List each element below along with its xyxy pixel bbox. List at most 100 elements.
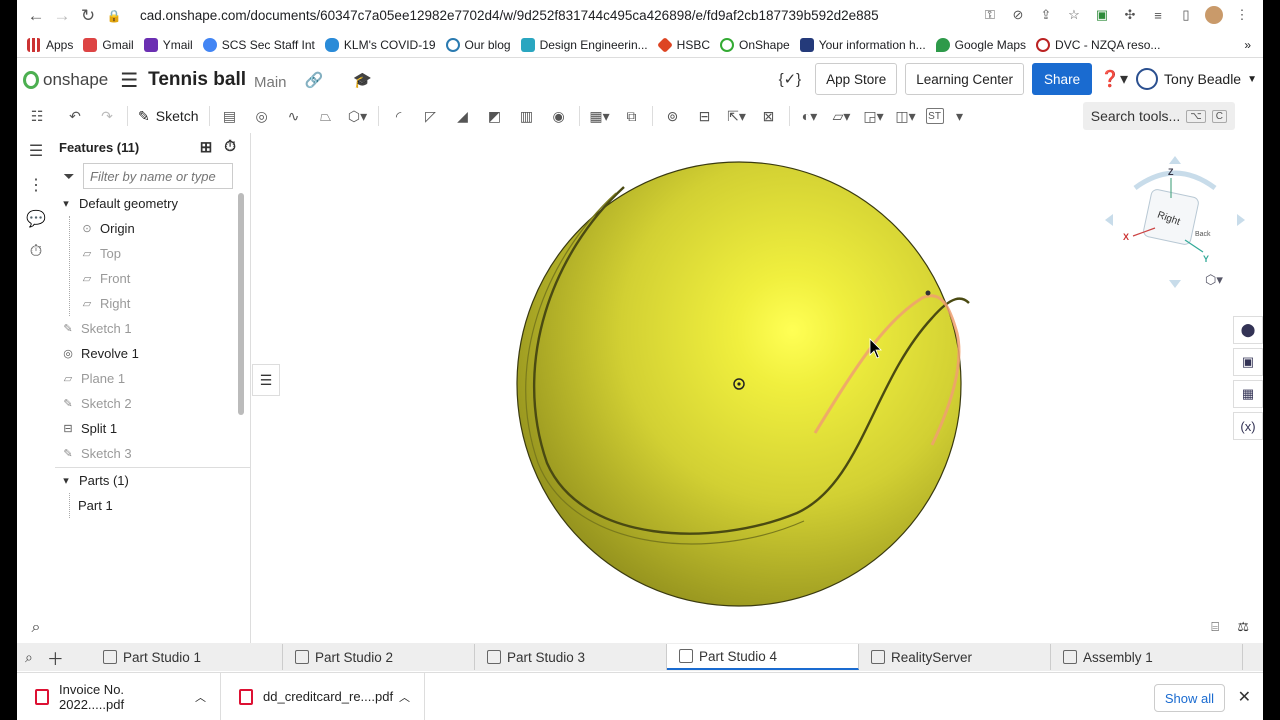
fillet-icon[interactable]: ◜: [387, 104, 411, 128]
tree-item-front[interactable]: ▱ Front: [70, 266, 250, 291]
bookmark-klm[interactable]: KLM's COVID-19: [324, 37, 436, 52]
arrow-down-icon[interactable]: [1169, 280, 1181, 288]
tree-item-sketch-2[interactable]: ✎ Sketch 2: [55, 391, 250, 416]
sidepanel-icon[interactable]: ▯: [1177, 6, 1195, 24]
bookmark-apps[interactable]: Apps: [27, 37, 73, 52]
variable-icon[interactable]: {✓}: [779, 70, 802, 88]
revolve-icon[interactable]: ◎: [250, 104, 274, 128]
panel-scrollbar[interactable]: [238, 193, 244, 415]
reload-icon[interactable]: ↻: [75, 3, 101, 29]
bookmark-scs[interactable]: SCS Sec Staff Int: [202, 37, 315, 52]
default-geometry-group[interactable]: ▾ Default geometry: [55, 191, 250, 216]
filter-icon[interactable]: ⏷: [55, 168, 83, 185]
bookmark-dvc[interactable]: DVC - NZQA reso...: [1036, 37, 1160, 52]
branch-label[interactable]: Main: [254, 74, 287, 91]
boolean-icon[interactable]: ⊚: [661, 104, 685, 128]
add-folder-icon[interactable]: ⊞: [200, 138, 213, 156]
learning-center-button[interactable]: Learning Center: [905, 63, 1025, 95]
document-title[interactable]: Tennis ball: [148, 69, 246, 91]
puzzle-icon[interactable]: ✣: [1121, 6, 1139, 24]
undo-icon[interactable]: ↶: [63, 104, 87, 128]
sheet-metal-icon[interactable]: ◫▾: [894, 104, 918, 128]
bookmark-blog[interactable]: Our blog: [445, 37, 511, 52]
tab-part-studio-2[interactable]: Part Studio 2: [283, 644, 475, 670]
part-item[interactable]: Part 1: [69, 493, 250, 518]
hole-icon[interactable]: ◉: [547, 104, 571, 128]
bookmark-design[interactable]: Design Engineerin...: [520, 37, 648, 52]
variable-table-icon[interactable]: (x): [1233, 412, 1263, 440]
chevron-down-icon[interactable]: ▾: [948, 104, 972, 128]
tree-item-origin[interactable]: ⊙ Origin: [70, 216, 250, 241]
more-bookmarks-icon[interactable]: »: [1244, 38, 1251, 52]
view-cube[interactable]: Right Back Z X Y ⬡▾: [1105, 148, 1245, 288]
instance-list-icon[interactable]: ⋮: [25, 175, 47, 197]
bookmark-hsbc[interactable]: HSBC: [656, 36, 710, 53]
loft-icon[interactable]: ⏢: [314, 104, 338, 128]
rollback-timer-icon[interactable]: ⏱: [224, 138, 236, 156]
tree-item-plane-1[interactable]: ▱ Plane 1: [55, 366, 250, 391]
tree-item-revolve-1[interactable]: ◎ Revolve 1: [55, 341, 250, 366]
measure-icon[interactable]: ▦: [1233, 380, 1263, 408]
search-tools-button[interactable]: Search tools... ⌥ C: [1082, 102, 1235, 130]
comments-icon[interactable]: 💬: [25, 209, 47, 231]
key-icon[interactable]: ⚿: [981, 6, 999, 24]
extension-icon[interactable]: ▣: [1093, 6, 1111, 24]
delete-part-icon[interactable]: ⊠: [757, 104, 781, 128]
plane-icon[interactable]: ▱▾: [830, 104, 854, 128]
education-cap-icon[interactable]: 🎓: [353, 71, 372, 89]
appearance-icon[interactable]: ⬤: [1233, 316, 1263, 344]
mass-properties-icon[interactable]: ⌸: [1211, 619, 1219, 635]
mirror-icon[interactable]: ⧉: [620, 104, 644, 128]
split-icon[interactable]: ⊟: [693, 104, 717, 128]
eye-off-icon[interactable]: ⊘: [1009, 6, 1027, 24]
profile-avatar[interactable]: [1205, 6, 1223, 24]
share-page-icon[interactable]: ⇪: [1037, 6, 1055, 24]
bookmark-onshape[interactable]: OnShape: [720, 37, 790, 52]
arrow-right-icon[interactable]: [1237, 214, 1245, 226]
tab-part-studio-4[interactable]: Part Studio 4: [667, 644, 859, 670]
chamfer-icon[interactable]: ◸: [419, 104, 443, 128]
redo-icon[interactable]: ↷: [95, 104, 119, 128]
onshape-logo[interactable]: onshape: [23, 70, 108, 90]
graphics-viewport[interactable]: ☰ Right Back Z X Y ⬡▾ ⬤ ▣ ▦ (x) ⌸ ⚖: [252, 133, 1263, 643]
arrow-up-icon[interactable]: [1169, 156, 1181, 164]
show-all-button[interactable]: Show all: [1153, 684, 1225, 712]
download-item-creditcard[interactable]: dd_creditcard_re....pdf ︿: [221, 672, 425, 720]
thicken-icon[interactable]: ⬡▾: [346, 104, 370, 128]
st-icon[interactable]: ST: [925, 108, 944, 124]
feature-list-icon[interactable]: ☰: [25, 141, 47, 163]
more-icon[interactable]: ⋮: [1233, 6, 1251, 24]
filter-input[interactable]: [83, 163, 233, 189]
add-tab-icon[interactable]: ＋: [47, 645, 64, 670]
draft-icon[interactable]: ◢: [451, 104, 475, 128]
bookmark-info[interactable]: Your information h...: [799, 37, 926, 52]
sweep-icon[interactable]: ∿: [282, 104, 306, 128]
bookmark-maps[interactable]: Google Maps: [935, 37, 1026, 52]
menu-icon[interactable]: ☰: [120, 68, 138, 93]
star-icon[interactable]: ☆: [1065, 6, 1083, 24]
tab-assembly-1[interactable]: Assembly 1: [1051, 644, 1243, 670]
tree-item-split-1[interactable]: ⊟ Split 1: [55, 416, 250, 441]
pattern-icon[interactable]: ▦▾: [588, 104, 612, 128]
back-icon[interactable]: ←: [23, 3, 49, 29]
arrow-left-icon[interactable]: [1105, 214, 1113, 226]
link-icon[interactable]: 🔗: [305, 71, 324, 89]
extrude-icon[interactable]: ▤: [218, 104, 242, 128]
bookmark-gmail[interactable]: Gmail: [83, 37, 134, 52]
history-icon[interactable]: ⏱: [25, 243, 47, 265]
tree-item-top[interactable]: ▱ Top: [70, 241, 250, 266]
configurations-icon[interactable]: ▣: [1233, 348, 1263, 376]
tab-realityserver[interactable]: RealityServer: [859, 644, 1051, 670]
forward-icon[interactable]: →: [49, 3, 75, 29]
search-icon[interactable]: ⌕: [25, 619, 47, 641]
bookmark-ymail[interactable]: Ymail: [143, 37, 193, 52]
tab-part-studio-3[interactable]: Part Studio 3: [475, 644, 667, 670]
user-menu[interactable]: Tony Beadle ▼: [1136, 68, 1257, 90]
help-icon[interactable]: ❓▾: [1100, 69, 1128, 89]
feature-list-icon[interactable]: ☷: [25, 104, 49, 128]
lock-icon[interactable]: 🔒: [101, 3, 127, 29]
search-tabs-icon[interactable]: ⌕: [25, 649, 33, 666]
transform-icon[interactable]: ⇱▾: [725, 104, 749, 128]
reading-list-icon[interactable]: ≡: [1149, 6, 1167, 24]
download-item-invoice[interactable]: Invoice No. 2022.....pdf ︿: [17, 672, 221, 720]
